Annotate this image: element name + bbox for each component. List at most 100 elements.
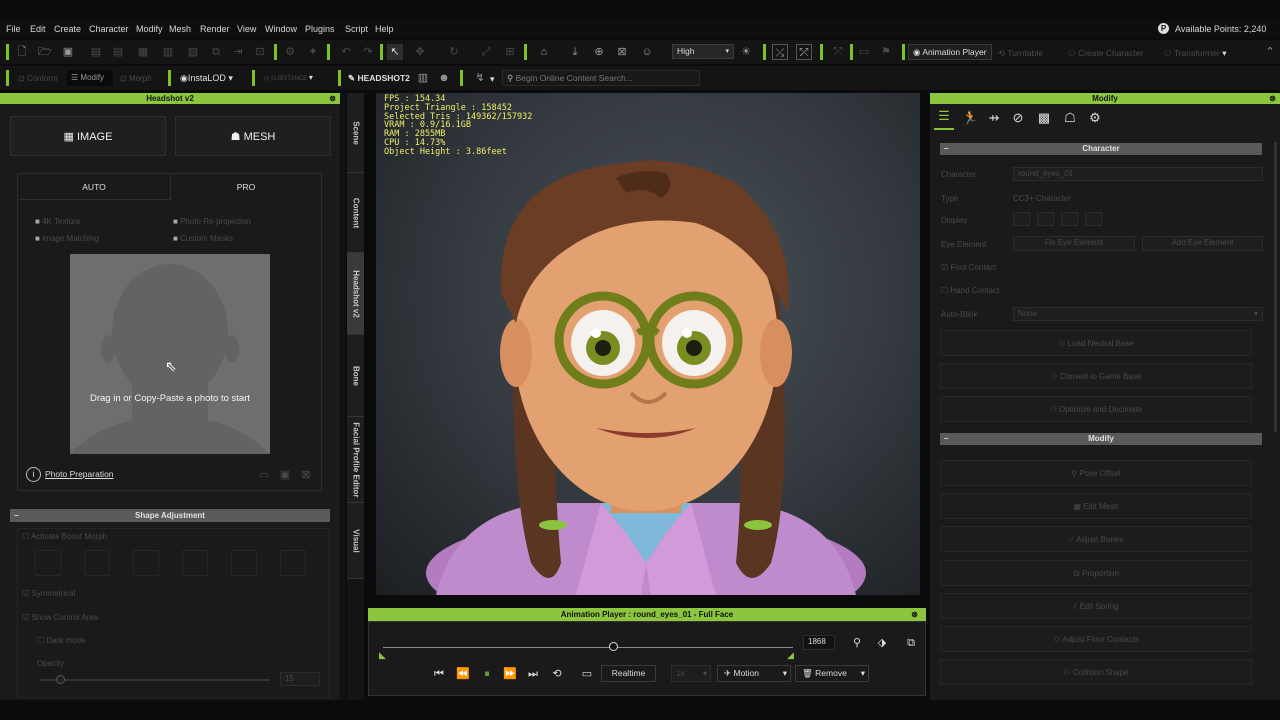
shape-tool-6[interactable] xyxy=(280,550,306,576)
render-icon[interactable]: ▦ xyxy=(135,44,151,60)
wand-icon[interactable]: ✦ xyxy=(305,44,321,60)
face-key-icon[interactable]: ⊘ xyxy=(1010,110,1026,126)
timeline-track[interactable] xyxy=(383,647,793,648)
align-icon[interactable]: ⊞ xyxy=(502,44,518,60)
display-option-4[interactable] xyxy=(1085,212,1102,226)
adjust-bones-button[interactable]: ⟋ Adjust Bones xyxy=(940,526,1252,552)
timeline-scrubber[interactable] xyxy=(608,642,618,651)
save-icon[interactable]: ▣ xyxy=(60,44,76,60)
remove-button[interactable]: 🗑 Remove ▾ xyxy=(795,665,869,682)
fk-icon[interactable]: ⤱ xyxy=(796,44,812,60)
menu-script[interactable]: Script xyxy=(345,24,368,34)
library-icon[interactable]: ▥ xyxy=(160,44,176,60)
undo-icon[interactable]: ↶ xyxy=(338,44,354,60)
photo-preparation-link[interactable]: Photo Preparation xyxy=(45,469,114,479)
open-folder-icon[interactable]: 🗁 xyxy=(37,44,53,60)
pose-offset-button[interactable]: ⚲ Pose Offset xyxy=(940,460,1252,486)
proportion-button[interactable]: ⊡ Proportion xyxy=(940,560,1252,586)
menu-create[interactable]: Create xyxy=(54,24,81,34)
move-icon[interactable]: ✥ xyxy=(412,44,428,60)
camera-icon[interactable]: ⬗ xyxy=(874,635,890,651)
preview-icon[interactable]: ▭ xyxy=(579,666,595,682)
face-icon[interactable]: ☻ xyxy=(436,70,452,86)
loop-icon[interactable]: ⟲ xyxy=(549,666,565,682)
tab-facial-profile-editor[interactable]: Facial Profile Editor xyxy=(347,417,364,503)
home-icon[interactable]: ⌂ xyxy=(536,44,552,60)
rotate-icon[interactable]: ↻ xyxy=(446,44,462,60)
shape-tool-2[interactable] xyxy=(84,550,110,576)
motion-icon[interactable]: ⇸ xyxy=(986,110,1002,126)
turntable-button[interactable]: ⟲ Turntable xyxy=(998,48,1043,59)
opt-image-matching[interactable]: ■ Image Matching xyxy=(35,234,99,243)
redo-icon[interactable]: ↷ xyxy=(360,44,376,60)
content-search-input[interactable]: ⚲ Begin Online Content Search... xyxy=(502,70,700,86)
substance-button[interactable]: ◎ SUBSTANCE ▾ xyxy=(264,73,313,82)
material-checker-icon[interactable]: ▩ xyxy=(1036,110,1052,126)
skip-to-end-icon[interactable]: ⏭ xyxy=(525,666,541,682)
opt-4k-texture[interactable]: ■ 4K Texture xyxy=(35,217,80,226)
new-file-icon[interactable]: 🗋 xyxy=(14,44,30,60)
import-icon[interactable]: ▤ xyxy=(88,44,104,60)
edit-spring-button[interactable]: ⫽ Edit Spring xyxy=(940,593,1252,619)
fix-eye-element-button[interactable]: Fix Eye Element xyxy=(1013,236,1135,251)
modify-section-header[interactable]: – Modify xyxy=(940,433,1262,445)
timeline-icon[interactable]: ▭ xyxy=(856,44,872,60)
foot-contact-checkbox[interactable]: ☑ Foot Contact xyxy=(941,263,996,272)
tab-auto[interactable]: AUTO xyxy=(18,174,170,200)
hand-contact-checkbox[interactable]: ☐ Hand Contact xyxy=(941,286,999,295)
menu-plugins[interactable]: Plugins xyxy=(305,24,335,34)
settings-icon[interactable]: ⚙ xyxy=(282,44,298,60)
motion-icon[interactable]: ↯ xyxy=(472,70,488,86)
add-eye-element-button[interactable]: Add Eye Element xyxy=(1142,236,1263,251)
create-character-button[interactable]: ⚇ Create Character xyxy=(1068,48,1143,59)
tab-content[interactable]: Content xyxy=(347,173,364,253)
collision-shape-button[interactable]: ⚇ Collision Shape xyxy=(940,659,1252,685)
close-icon[interactable]: ⊗ xyxy=(911,608,918,621)
export-icon[interactable]: ▤ xyxy=(110,44,126,60)
shape-adjustment-header[interactable]: – Shape Adjustment xyxy=(10,509,330,522)
auto-blink-select[interactable]: None ▾ xyxy=(1013,307,1263,321)
headshot-button[interactable]: ✎ HEADSHOT2 xyxy=(348,73,410,84)
character-pose-icon[interactable]: ⚲ xyxy=(849,635,865,651)
clear-icon[interactable]: ⊠ xyxy=(298,467,314,483)
save-icon[interactable]: ▣ xyxy=(277,467,293,483)
tab-headshot[interactable]: Headshot v2 xyxy=(347,253,364,335)
folder-icon[interactable]: ▭ xyxy=(256,467,272,483)
select-arrow-icon[interactable]: ↖ xyxy=(387,44,403,60)
conform-button[interactable]: ⊡ Conform xyxy=(18,74,58,83)
panel-scrollbar[interactable] xyxy=(1274,142,1277,432)
menu-edit[interactable]: Edit xyxy=(30,24,46,34)
dark-mode-checkbox[interactable]: ☐ Dark mode xyxy=(37,636,86,645)
display-option-3[interactable] xyxy=(1061,212,1078,226)
shading-icon[interactable]: ☺ xyxy=(639,44,655,60)
animation-player-button[interactable]: ◉ Animation Player xyxy=(908,44,992,60)
quality-select[interactable]: High ▾ xyxy=(672,44,734,59)
display-option-1[interactable] xyxy=(1013,212,1030,226)
opt-photo-reprojection[interactable]: ■ Photo Re-projection xyxy=(173,217,251,226)
window-icon[interactable]: ⧉ xyxy=(903,635,919,651)
range-start-marker[interactable]: ◣ xyxy=(379,650,386,661)
frame-field[interactable]: 1868 xyxy=(803,635,835,650)
shape-tool-5[interactable] xyxy=(231,550,257,576)
menu-help[interactable]: Help xyxy=(375,24,394,34)
share-icon[interactable]: ⊡ xyxy=(252,44,268,60)
adjust-floor-contacts-button[interactable]: ⚇ Adjust Floor Contacts xyxy=(940,626,1252,652)
pose-icon[interactable]: 🏃 xyxy=(962,110,978,126)
fast-forward-icon[interactable]: ⏩ xyxy=(502,666,518,682)
close-icon[interactable]: ⊗ xyxy=(1269,93,1276,104)
transformer-button[interactable]: ⚇ Transformer ▾ xyxy=(1164,48,1226,59)
info-icon[interactable]: i xyxy=(26,467,41,482)
character-name-field[interactable]: round_eyes_01 xyxy=(1013,167,1263,181)
tab-scene[interactable]: Scene xyxy=(347,93,364,173)
menu-render[interactable]: Render xyxy=(200,24,230,34)
morph-button[interactable]: ⊡ Morph xyxy=(120,74,152,83)
flag-icon[interactable]: ⚑ xyxy=(878,44,894,60)
edit-motion-icon[interactable]: ⤲ xyxy=(830,44,846,60)
shape-tool-4[interactable] xyxy=(182,550,208,576)
mesh-mode-button[interactable]: ☗ MESH xyxy=(175,116,331,156)
chevron-down-icon[interactable]: ▾ xyxy=(490,74,495,85)
tab-visual[interactable]: Visual xyxy=(347,503,364,579)
scale-icon[interactable]: ⤢ xyxy=(478,44,494,60)
shape-tool-1[interactable] xyxy=(35,550,61,576)
opt-custom-masks[interactable]: ■ Custom Masks xyxy=(173,234,233,243)
